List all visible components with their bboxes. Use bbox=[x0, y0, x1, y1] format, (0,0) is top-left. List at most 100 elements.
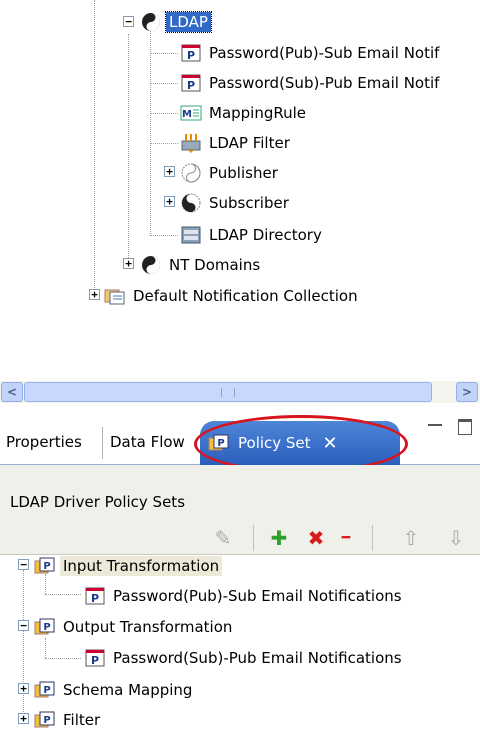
policy-password-sub[interactable]: P Password(Sub)-Pub Email Notifications bbox=[84, 644, 405, 672]
scroll-right-button[interactable]: > bbox=[456, 382, 478, 402]
toolbar-divider bbox=[372, 525, 373, 551]
svg-text:P: P bbox=[91, 654, 99, 667]
policy-set-schema-mapping[interactable]: P Schema Mapping bbox=[34, 676, 195, 704]
collapse-toggle[interactable]: − bbox=[18, 559, 29, 570]
policy-icon: P bbox=[180, 72, 202, 94]
tree-connector bbox=[45, 638, 46, 658]
tree-item-default-notification[interactable]: Default Notification Collection bbox=[104, 282, 361, 310]
tree-connector bbox=[150, 235, 178, 236]
directory-icon bbox=[180, 224, 202, 246]
policy-set-header: LDAP Driver Policy Sets ✎ ✚ ✖ ━ ⇧ ⇩ bbox=[0, 465, 480, 555]
collapse-toggle[interactable]: − bbox=[18, 620, 29, 631]
svg-text:P: P bbox=[187, 79, 195, 92]
panel-title: LDAP Driver Policy Sets bbox=[10, 493, 186, 511]
move-up-icon[interactable]: ⇧ bbox=[400, 527, 422, 549]
tree-item-label: LDAP Directory bbox=[209, 226, 322, 244]
policy-icon: P bbox=[84, 647, 106, 669]
svg-text:P: P bbox=[43, 622, 50, 633]
tree-item-label: Password(Sub)-Pub Email Notif bbox=[209, 74, 440, 92]
tree-connector bbox=[150, 113, 178, 114]
tree-connector bbox=[94, 0, 95, 294]
tree-item-label: Default Notification Collection bbox=[133, 287, 358, 305]
tab-data-flow[interactable]: Data Flow bbox=[106, 423, 189, 461]
tree-connector bbox=[150, 83, 178, 84]
move-down-icon[interactable]: ⇩ bbox=[445, 527, 467, 549]
tree-item-nt-domains[interactable]: NT Domains bbox=[140, 251, 263, 279]
tree-item-label: LDAP bbox=[165, 11, 212, 33]
expand-toggle[interactable]: + bbox=[164, 166, 175, 177]
policy-set-filter[interactable]: P Filter bbox=[34, 706, 103, 734]
mapping-rule-icon: M bbox=[180, 102, 202, 124]
maximize-icon[interactable] bbox=[458, 419, 472, 435]
svg-text:P: P bbox=[43, 561, 50, 572]
remove-icon[interactable]: ━ bbox=[335, 527, 357, 549]
svg-text:M: M bbox=[182, 109, 192, 120]
policy-password-pub[interactable]: P Password(Pub)-Sub Email Notifications bbox=[84, 582, 405, 610]
collapse-toggle[interactable]: − bbox=[123, 16, 134, 27]
scroll-thumb[interactable] bbox=[24, 382, 432, 402]
filter-icon bbox=[180, 132, 202, 154]
tree-connector bbox=[23, 570, 24, 718]
tree-item-mappingrule[interactable]: M MappingRule bbox=[180, 99, 309, 127]
tab-properties[interactable]: Properties bbox=[2, 423, 86, 461]
delete-icon[interactable]: ✖ bbox=[305, 527, 327, 549]
svg-text:P: P bbox=[43, 685, 50, 696]
policy-set-input-transformation[interactable]: P Input Transformation bbox=[34, 552, 223, 580]
toolbar-divider bbox=[253, 525, 254, 551]
svg-text:P: P bbox=[43, 715, 50, 726]
outline-tree: − LDAP P Password(Pub)-Sub Email Notif P… bbox=[0, 0, 480, 378]
tab-divider bbox=[102, 427, 103, 459]
policy-set-label: Input Transformation bbox=[60, 556, 223, 576]
policy-icon: P bbox=[84, 585, 106, 607]
tree-item-label: NT Domains bbox=[169, 256, 261, 274]
policy-set-label: Filter bbox=[63, 711, 101, 729]
policy-set-label: Output Transformation bbox=[63, 618, 233, 636]
edit-icon[interactable]: ✎ bbox=[212, 527, 234, 549]
driver-yinyang-icon bbox=[140, 11, 162, 33]
scroll-left-button[interactable]: < bbox=[1, 382, 23, 402]
tree-item-label: MappingRule bbox=[209, 104, 307, 122]
tree-connector bbox=[150, 143, 178, 144]
policy-label: Password(Pub)-Sub Email Notifications bbox=[113, 587, 402, 605]
minimize-icon[interactable] bbox=[428, 424, 442, 427]
expand-toggle[interactable]: + bbox=[123, 258, 134, 269]
policy-icon: P bbox=[180, 42, 202, 64]
tree-item-ldap[interactable]: LDAP bbox=[140, 8, 212, 36]
tree-item-subscriber[interactable]: Subscriber bbox=[180, 189, 292, 217]
policy-set-label: Schema Mapping bbox=[63, 681, 193, 699]
tree-item-password-sub[interactable]: P Password(Sub)-Pub Email Notif bbox=[180, 69, 442, 97]
policy-set-output-transformation[interactable]: P Output Transformation bbox=[34, 613, 235, 641]
chevron-right-icon: > bbox=[461, 385, 473, 399]
add-icon[interactable]: ✚ bbox=[268, 527, 290, 549]
horizontal-scrollbar[interactable]: < > bbox=[0, 381, 480, 403]
policy-set-icon: P bbox=[34, 616, 56, 638]
subscriber-icon bbox=[180, 192, 202, 214]
tree-item-label: Subscriber bbox=[209, 194, 289, 212]
expand-toggle[interactable]: + bbox=[18, 713, 29, 724]
policy-set-icon: P bbox=[34, 555, 56, 577]
publisher-icon bbox=[180, 162, 202, 184]
policy-set-icon: P bbox=[34, 709, 56, 731]
tree-connector bbox=[45, 658, 81, 659]
tree-connector bbox=[128, 34, 129, 266]
policy-label: Password(Sub)-Pub Email Notifications bbox=[113, 649, 402, 667]
policy-set-tree: − P Input Transformation P Password(Pub)… bbox=[0, 556, 480, 744]
tree-item-publisher[interactable]: Publisher bbox=[180, 159, 281, 187]
driver-yinyang-icon bbox=[140, 254, 162, 276]
expand-toggle[interactable]: + bbox=[89, 289, 100, 300]
tree-connector bbox=[150, 53, 178, 54]
expand-toggle[interactable]: + bbox=[164, 196, 175, 207]
expand-toggle[interactable]: + bbox=[18, 683, 29, 694]
tree-connector bbox=[45, 594, 81, 595]
svg-text:P: P bbox=[187, 49, 195, 62]
grip-icon bbox=[221, 388, 235, 397]
notification-collection-icon bbox=[104, 285, 126, 307]
policy-set-icon: P bbox=[34, 679, 56, 701]
svg-text:P: P bbox=[91, 592, 99, 605]
tree-item-label: Password(Pub)-Sub Email Notif bbox=[209, 44, 440, 62]
chevron-left-icon: < bbox=[6, 385, 18, 399]
tree-item-label: LDAP Filter bbox=[209, 134, 290, 152]
tree-item-ldap-directory[interactable]: LDAP Directory bbox=[180, 221, 325, 249]
tree-item-password-pub[interactable]: P Password(Pub)-Sub Email Notif bbox=[180, 39, 442, 67]
tree-item-ldap-filter[interactable]: LDAP Filter bbox=[180, 129, 293, 157]
